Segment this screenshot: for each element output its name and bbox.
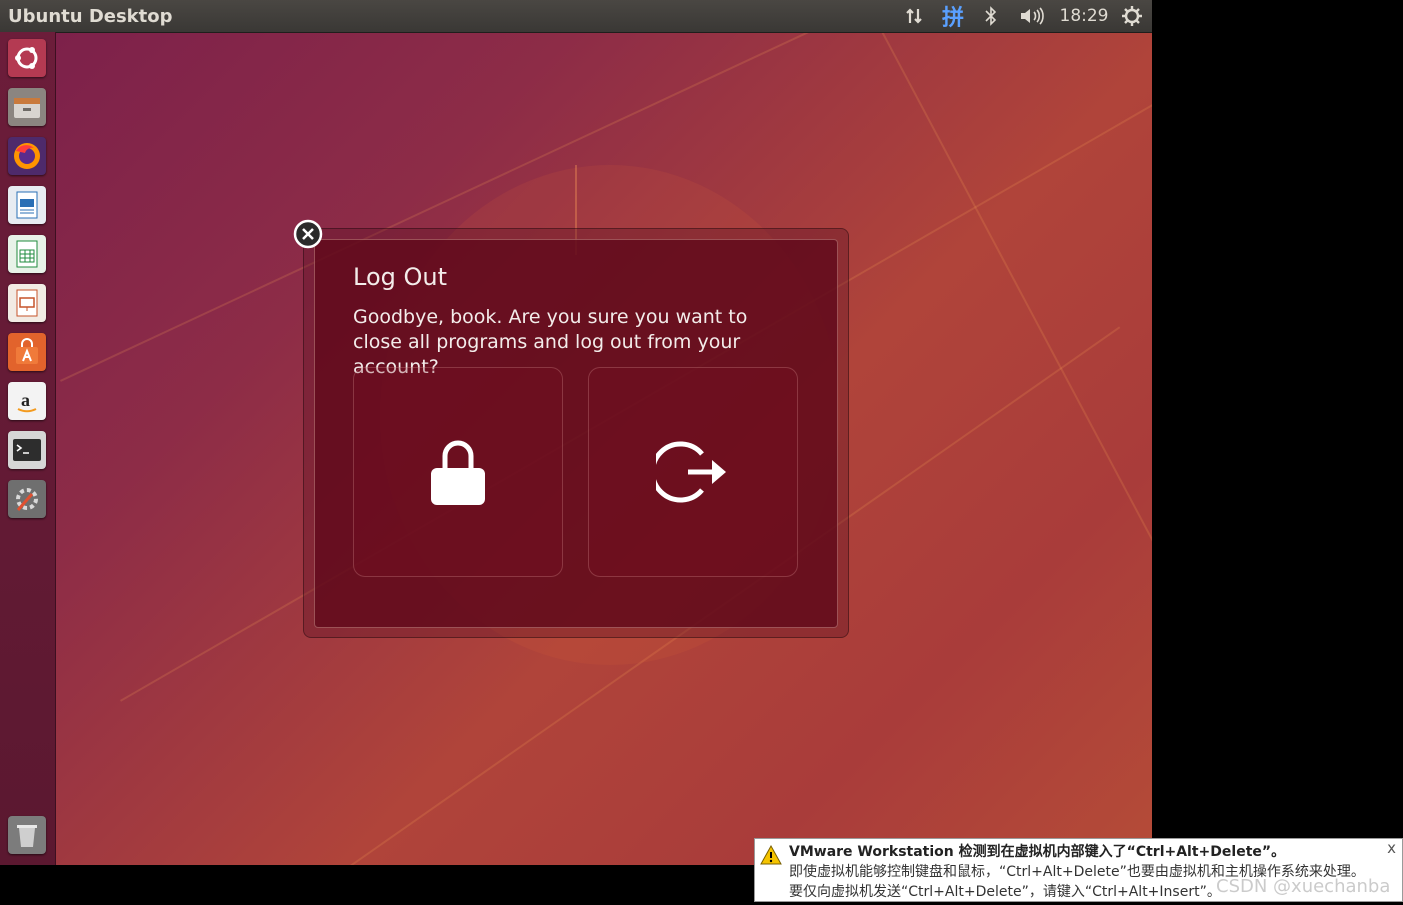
settings-wrench-icon — [16, 488, 38, 511]
calc-button[interactable] — [8, 235, 46, 273]
bluetooth-icon[interactable] — [972, 0, 1010, 32]
launcher: a — [0, 32, 56, 865]
lock-screen-button[interactable] — [353, 367, 563, 577]
notification-line: 要仅向虚拟机发送“Ctrl+Alt+Delete”，请键入“Ctrl+Alt+I… — [789, 884, 1221, 900]
amazon-button[interactable]: a — [8, 382, 46, 420]
files-button[interactable] — [8, 88, 46, 126]
logout-icon — [656, 441, 726, 503]
firefox-button[interactable] — [8, 137, 46, 175]
lock-icon — [431, 440, 485, 505]
document-writer-icon — [16, 191, 38, 219]
dialog-close-button[interactable] — [293, 219, 323, 249]
writer-button[interactable] — [8, 186, 46, 224]
network-transfer-icon[interactable] — [894, 0, 934, 32]
terminal-icon — [13, 439, 41, 461]
clock[interactable]: 18:29 — [1056, 0, 1112, 32]
close-icon — [293, 219, 323, 249]
impress-button[interactable] — [8, 284, 46, 322]
watermark: CSDN @xuechanba — [1216, 876, 1391, 897]
amazon-icon: a — [17, 390, 37, 413]
notification-title: VMware Workstation 检测到在虚拟机内部键入了“Ctrl+Alt… — [789, 844, 1286, 860]
indicator-area: 拼 18:29 — [894, 0, 1152, 32]
shopping-bag-icon — [16, 338, 38, 364]
log-out-button[interactable] — [588, 367, 798, 577]
window-title: Ubuntu Desktop — [8, 5, 173, 27]
dialog-title: Log Out — [353, 263, 448, 291]
warning-icon — [760, 845, 782, 865]
trash-button[interactable] — [8, 816, 46, 854]
top-panel: Ubuntu Desktop 拼 18:29 — [0, 0, 1152, 33]
trash-icon — [17, 825, 37, 847]
volume-icon[interactable] — [1010, 0, 1056, 32]
firefox-icon — [14, 143, 40, 169]
spreadsheet-calc-icon — [16, 240, 38, 268]
system-settings-button[interactable] — [8, 480, 46, 518]
virtual-machine-screen: Ubuntu Desktop 拼 18:29 a Log Out Goodbye… — [0, 0, 1152, 865]
terminal-button[interactable] — [8, 431, 46, 469]
software-center-button[interactable] — [8, 333, 46, 371]
file-cabinet-icon — [14, 98, 40, 118]
wallpaper-line — [880, 29, 1152, 865]
input-method-indicator[interactable]: 拼 — [934, 0, 972, 32]
ubuntu-logo-icon — [15, 47, 38, 69]
gear-power-icon[interactable] — [1112, 0, 1152, 32]
presentation-impress-icon — [16, 289, 38, 317]
dash-home-button[interactable] — [8, 39, 46, 77]
svg-text:a: a — [21, 390, 30, 410]
notification-close-button[interactable]: x — [1387, 839, 1396, 857]
